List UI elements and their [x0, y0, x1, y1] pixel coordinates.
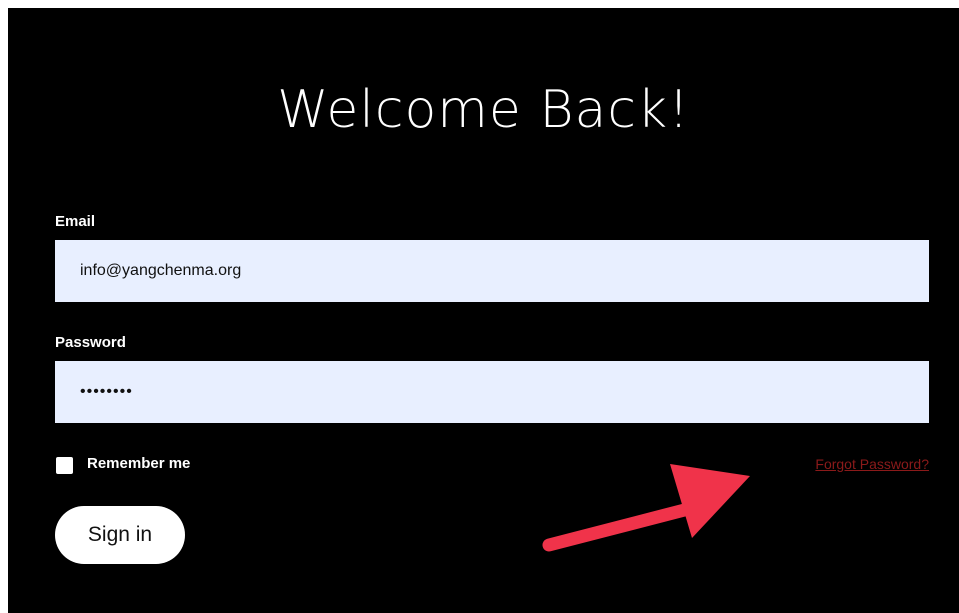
password-field[interactable] [55, 361, 929, 423]
remember-me-checkbox[interactable] [56, 457, 73, 474]
forgot-password-link[interactable]: Forgot Password? [815, 456, 929, 472]
page-title: Welcome Back! [277, 80, 690, 140]
email-field[interactable] [55, 240, 929, 302]
sign-in-button[interactable]: Sign in [55, 506, 185, 564]
password-label: Password [55, 334, 126, 351]
remember-me-label: Remember me [87, 455, 191, 472]
email-label: Email [55, 213, 96, 230]
login-panel: Welcome Back! Email Password Remember me… [8, 8, 959, 613]
